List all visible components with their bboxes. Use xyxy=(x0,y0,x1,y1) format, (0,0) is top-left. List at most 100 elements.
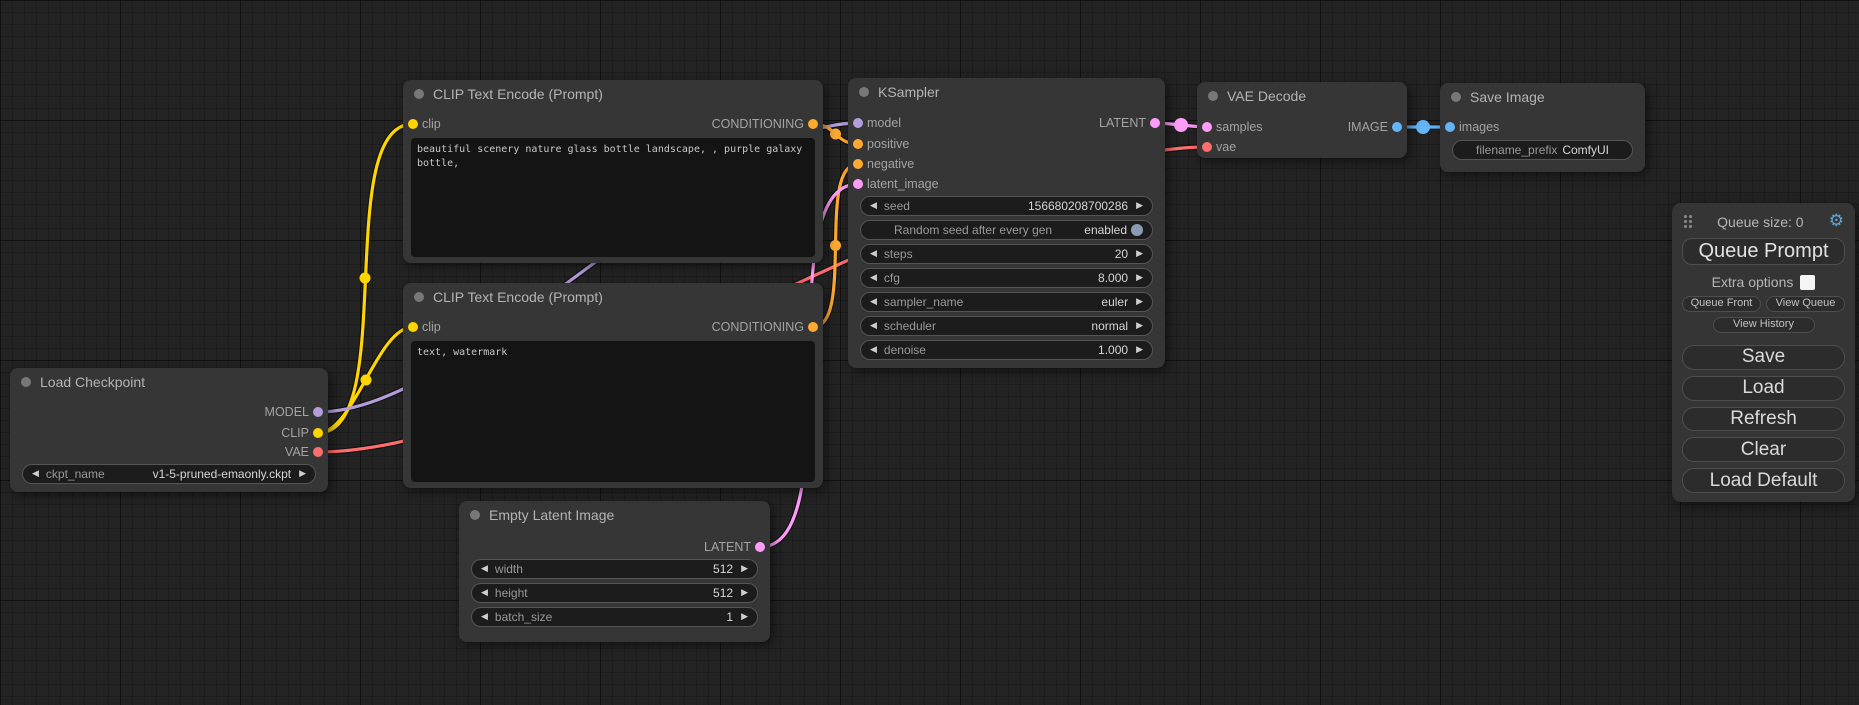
arrow-right-icon[interactable] xyxy=(1136,201,1143,211)
node-graph-canvas[interactable]: Load Checkpoint MODEL CLIP VAE ckpt_name… xyxy=(0,0,1859,705)
widget-value: 1.000 xyxy=(1098,343,1128,357)
collapse-dot-icon[interactable] xyxy=(1451,92,1461,102)
widget-random-seed-toggle[interactable]: Random seed after every gen enabled xyxy=(860,220,1153,240)
node-title-bar[interactable]: CLIP Text Encode (Prompt) xyxy=(403,80,823,108)
node-load-checkpoint[interactable]: Load Checkpoint MODEL CLIP VAE ckpt_name… xyxy=(10,368,328,492)
arrow-right-icon[interactable] xyxy=(741,564,748,574)
node-clip-text-encode-positive[interactable]: CLIP Text Encode (Prompt) clip CONDITION… xyxy=(403,80,823,263)
widget-label: cfg xyxy=(884,271,900,285)
arrow-right-icon[interactable] xyxy=(1136,297,1143,307)
output-slot-vae: VAE xyxy=(285,442,309,462)
collapse-dot-icon[interactable] xyxy=(414,292,424,302)
widget-height[interactable]: height 512 xyxy=(471,583,758,603)
output-dot-clip[interactable] xyxy=(313,428,323,438)
input-dot-clip[interactable] xyxy=(408,322,418,332)
refresh-button[interactable]: Refresh xyxy=(1682,407,1845,432)
collapse-dot-icon[interactable] xyxy=(414,89,424,99)
output-slot-model: MODEL xyxy=(265,402,309,422)
node-title-bar[interactable]: KSampler xyxy=(848,78,1165,106)
save-button[interactable]: Save xyxy=(1682,345,1845,370)
widget-cfg[interactable]: cfg 8.000 xyxy=(860,268,1153,288)
input-dot-positive[interactable] xyxy=(853,139,863,149)
input-dot-negative[interactable] xyxy=(853,159,863,169)
arrow-right-icon[interactable] xyxy=(1136,249,1143,259)
widget-value: 512 xyxy=(713,562,733,576)
arrow-right-icon[interactable] xyxy=(1136,345,1143,355)
view-queue-button[interactable]: View Queue xyxy=(1766,296,1845,312)
collapse-dot-icon[interactable] xyxy=(470,510,480,520)
arrow-left-icon[interactable] xyxy=(481,588,488,598)
output-dot-latent[interactable] xyxy=(755,542,765,552)
widget-seed[interactable]: seed 156680208700286 xyxy=(860,196,1153,216)
input-dot-model[interactable] xyxy=(853,118,863,128)
output-dot-model[interactable] xyxy=(313,407,323,417)
output-dot-conditioning[interactable] xyxy=(808,322,818,332)
node-empty-latent-image[interactable]: Empty Latent Image LATENT width 512 heig… xyxy=(459,501,770,642)
widget-filename-prefix[interactable]: filename_prefix ComfyUI xyxy=(1452,140,1633,160)
arrow-left-icon[interactable] xyxy=(481,612,488,622)
arrow-left-icon[interactable] xyxy=(481,564,488,574)
node-save-image[interactable]: Save Image images filename_prefix ComfyU… xyxy=(1440,83,1645,172)
arrow-left-icon[interactable] xyxy=(870,273,877,283)
queue-menu-panel[interactable]: Queue size: 0 ⚙ Queue Prompt Extra optio… xyxy=(1672,203,1855,502)
widget-steps[interactable]: steps 20 xyxy=(860,244,1153,264)
widget-batch-size[interactable]: batch_size 1 xyxy=(471,607,758,627)
collapse-dot-icon[interactable] xyxy=(1208,91,1218,101)
widget-label: Random seed after every gen xyxy=(894,223,1052,237)
node-title-bar[interactable]: CLIP Text Encode (Prompt) xyxy=(403,283,823,311)
arrow-left-icon[interactable] xyxy=(870,249,877,259)
load-button[interactable]: Load xyxy=(1682,376,1845,401)
input-dot-images[interactable] xyxy=(1445,122,1455,132)
queue-prompt-button[interactable]: Queue Prompt xyxy=(1682,238,1845,265)
input-dot-latent-image[interactable] xyxy=(853,179,863,189)
arrow-left-icon[interactable] xyxy=(32,469,39,479)
settings-gear-icon[interactable]: ⚙ xyxy=(1829,213,1844,230)
node-title-bar[interactable]: Save Image xyxy=(1440,83,1645,111)
node-ksampler[interactable]: KSampler model LATENT positive negative … xyxy=(848,78,1165,368)
node-clip-text-encode-negative[interactable]: CLIP Text Encode (Prompt) clip CONDITION… xyxy=(403,283,823,488)
output-slot-conditioning: CONDITIONING xyxy=(712,317,804,337)
drag-handle-icon[interactable] xyxy=(1684,215,1692,228)
widget-sampler-name[interactable]: sampler_name euler xyxy=(860,292,1153,312)
arrow-right-icon[interactable] xyxy=(741,588,748,598)
arrow-left-icon[interactable] xyxy=(870,345,877,355)
view-history-button[interactable]: View History xyxy=(1713,317,1815,333)
prompt-textarea[interactable]: beautiful scenery nature glass bottle la… xyxy=(411,138,815,257)
output-dot-image[interactable] xyxy=(1392,122,1402,132)
input-dot-samples[interactable] xyxy=(1202,122,1212,132)
collapse-dot-icon[interactable] xyxy=(21,377,31,387)
widget-value: 8.000 xyxy=(1098,271,1128,285)
output-dot-conditioning[interactable] xyxy=(808,119,818,129)
collapse-dot-icon[interactable] xyxy=(859,87,869,97)
widget-label: ckpt_name xyxy=(46,467,105,481)
input-dot-clip[interactable] xyxy=(408,119,418,129)
arrow-right-icon[interactable] xyxy=(299,469,306,479)
output-dot-latent[interactable] xyxy=(1150,118,1160,128)
load-default-button[interactable]: Load Default xyxy=(1682,468,1845,493)
arrow-right-icon[interactable] xyxy=(1136,321,1143,331)
clear-button[interactable]: Clear xyxy=(1682,437,1845,462)
arrow-left-icon[interactable] xyxy=(870,201,877,211)
queue-front-button[interactable]: Queue Front xyxy=(1682,296,1761,312)
input-dot-vae[interactable] xyxy=(1202,142,1212,152)
arrow-left-icon[interactable] xyxy=(870,297,877,307)
widget-width[interactable]: width 512 xyxy=(471,559,758,579)
prompt-textarea[interactable]: text, watermark xyxy=(411,341,815,482)
widget-label: filename_prefix xyxy=(1476,143,1557,157)
toggle-enabled-icon[interactable] xyxy=(1131,224,1143,236)
arrow-right-icon[interactable] xyxy=(1136,273,1143,283)
widget-label: denoise xyxy=(884,343,926,357)
widget-denoise[interactable]: denoise 1.000 xyxy=(860,340,1153,360)
node-title-bar[interactable]: Empty Latent Image xyxy=(459,501,770,529)
node-title-bar[interactable]: Load Checkpoint xyxy=(10,368,328,396)
widget-label: sampler_name xyxy=(884,295,963,309)
arrow-right-icon[interactable] xyxy=(741,612,748,622)
extra-options-checkbox[interactable] xyxy=(1800,275,1815,290)
node-vae-decode[interactable]: VAE Decode samples IMAGE vae xyxy=(1197,82,1407,158)
widget-value: normal xyxy=(1091,319,1128,333)
output-dot-vae[interactable] xyxy=(313,447,323,457)
widget-ckpt-name[interactable]: ckpt_name v1-5-pruned-emaonly.ckpt xyxy=(22,464,316,484)
widget-scheduler[interactable]: scheduler normal xyxy=(860,316,1153,336)
node-title-bar[interactable]: VAE Decode xyxy=(1197,82,1407,110)
arrow-left-icon[interactable] xyxy=(870,321,877,331)
